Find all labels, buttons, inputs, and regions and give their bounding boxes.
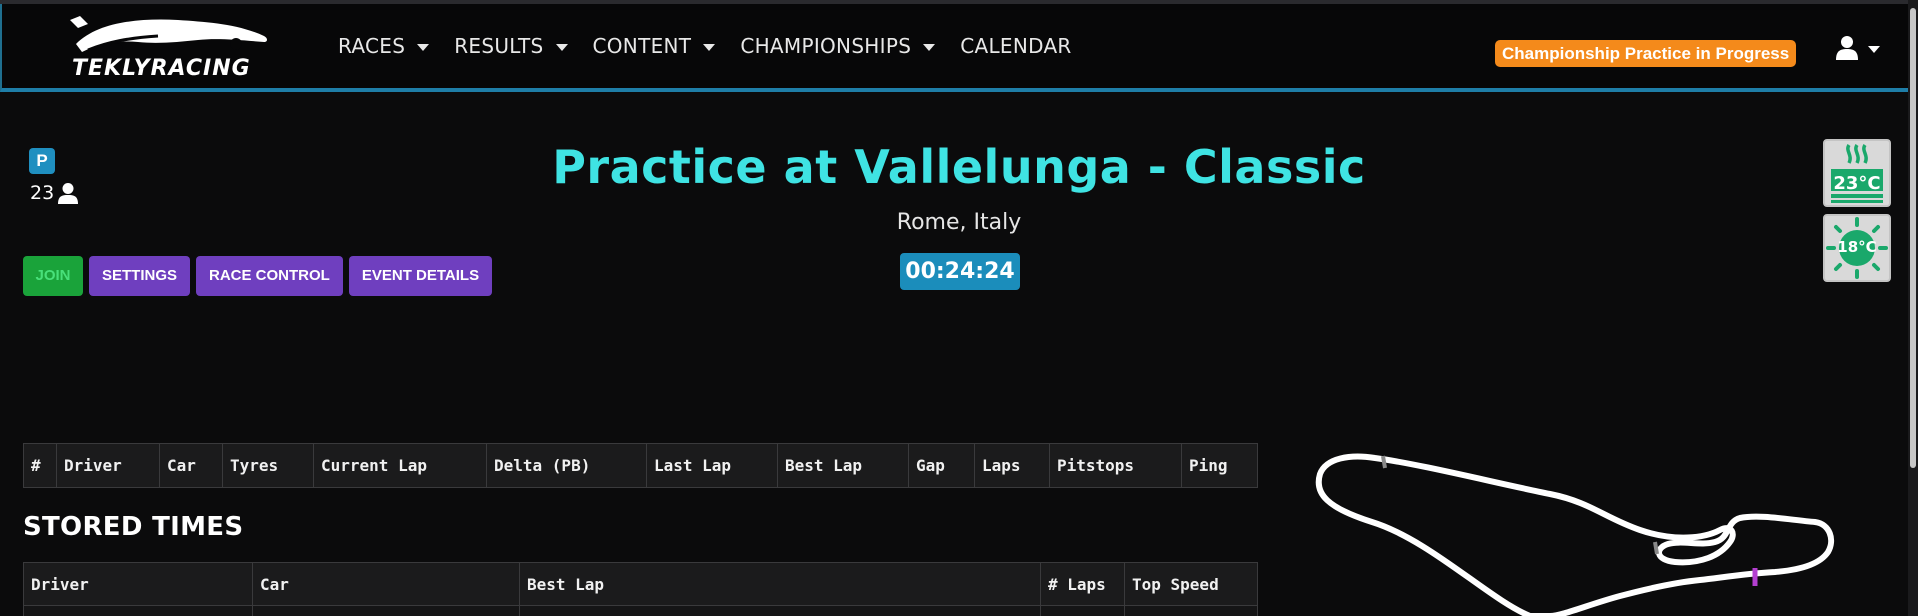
column-header[interactable]: Gap	[908, 443, 975, 488]
track-temperature: 23°C	[1833, 173, 1881, 194]
nav-championships-label: CHAMPIONSHIPS	[740, 34, 912, 58]
logo-text: TEKLYRACING	[72, 56, 251, 81]
table-cell	[1040, 605, 1125, 616]
column-header[interactable]: Car	[159, 443, 223, 488]
stored-times-table: Driver Car Best Lap # Laps Top Speed	[23, 562, 1258, 616]
car-logo-icon	[70, 16, 267, 57]
chevron-down-icon	[417, 43, 430, 51]
chevron-down-icon	[1868, 45, 1880, 53]
table-row[interactable]	[23, 605, 1258, 616]
column-header[interactable]: Current Lap	[313, 443, 487, 488]
nav-calendar[interactable]: CALENDAR	[960, 34, 1071, 58]
chevron-down-icon	[923, 43, 936, 51]
settings-button[interactable]: SETTINGS	[89, 256, 191, 296]
event-actions: JOIN SETTINGS RACE CONTROL EVENT DETAILS	[23, 256, 493, 296]
session-timer: 00:24:24	[900, 253, 1020, 290]
join-button[interactable]: JOIN	[23, 256, 83, 296]
column-header[interactable]: # Laps	[1040, 562, 1125, 606]
table-cell	[23, 605, 253, 616]
nav-calendar-label: CALENDAR	[960, 34, 1072, 58]
column-header[interactable]: Laps	[974, 443, 1050, 488]
table-cell	[1124, 605, 1258, 616]
column-header[interactable]: Top Speed	[1124, 562, 1258, 606]
column-header[interactable]: Tyres	[222, 443, 314, 488]
column-header[interactable]: #	[23, 443, 57, 488]
track-map	[1315, 453, 1835, 616]
air-temperature: 18°C	[1837, 238, 1877, 256]
brand-logo[interactable]: TEKLYRACING	[68, 14, 288, 82]
user-menu[interactable]	[1836, 36, 1880, 60]
nav-championships[interactable]: CHAMPIONSHIPS	[740, 34, 936, 58]
column-header[interactable]: Best Lap	[519, 562, 1041, 606]
column-header[interactable]: Driver	[23, 562, 253, 606]
track-outline	[1315, 453, 1835, 616]
column-header[interactable]: Driver	[56, 443, 160, 488]
column-header[interactable]: Car	[252, 562, 520, 606]
live-timing-table: # Driver Car Tyres Current Lap Delta (PB…	[23, 443, 1258, 488]
user-icon	[1836, 36, 1858, 60]
chevron-down-icon	[703, 43, 716, 51]
sector-marker	[1653, 541, 1659, 555]
championship-status-badge[interactable]: Championship Practice in Progress	[1495, 40, 1797, 67]
table-header-row: # Driver Car Tyres Current Lap Delta (PB…	[23, 443, 1258, 488]
sector-marker	[1381, 455, 1387, 469]
nav-results[interactable]: RESULTS	[454, 34, 568, 58]
column-header[interactable]: Delta (PB)	[486, 443, 647, 488]
event-details-button[interactable]: EVENT DETAILS	[348, 256, 493, 296]
nav-results-label: RESULTS	[454, 34, 544, 58]
track-temperature-tile: 23°C	[1823, 139, 1891, 207]
main-nav: RACES RESULTS CONTENT CHAMPIONSHIPS CALE…	[338, 34, 1097, 58]
navbar: TEKLYRACING RACES RESULTS CONTENT CHAMPI…	[0, 4, 1918, 92]
nav-races-label: RACES	[338, 34, 406, 58]
nav-races[interactable]: RACES	[338, 34, 430, 58]
race-control-button[interactable]: RACE CONTROL	[196, 256, 343, 296]
page-title: Practice at Vallelunga - Classic	[552, 140, 1366, 194]
scrollbar-thumb[interactable]	[1910, 8, 1916, 468]
air-temperature-tile: 18°C	[1823, 214, 1891, 282]
table-cell	[519, 605, 1041, 616]
table-cell	[252, 605, 520, 616]
page-scrollbar[interactable]	[1908, 0, 1918, 616]
event-location: Rome, Italy	[896, 210, 1022, 235]
column-header[interactable]: Ping	[1181, 443, 1258, 488]
chevron-down-icon	[555, 43, 568, 51]
column-header[interactable]: Last Lap	[646, 443, 778, 488]
nav-content[interactable]: CONTENT	[593, 34, 716, 58]
stored-times-heading: STORED TIMES	[23, 512, 244, 542]
nav-content-label: CONTENT	[592, 34, 692, 58]
table-header-row: Driver Car Best Lap # Laps Top Speed	[23, 562, 1258, 606]
column-header[interactable]: Pitstops	[1049, 443, 1182, 488]
column-header[interactable]: Best Lap	[777, 443, 909, 488]
